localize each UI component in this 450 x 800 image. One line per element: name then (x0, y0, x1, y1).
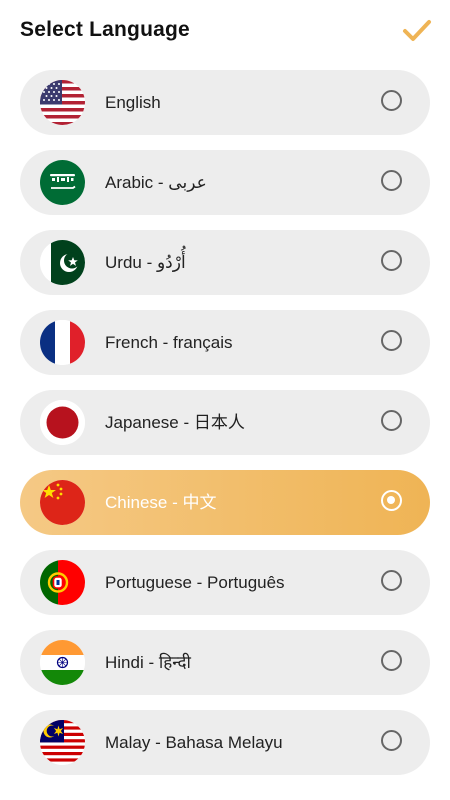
radio-button[interactable] (381, 730, 402, 751)
language-label: Urdu - أُرْدُو (105, 253, 186, 272)
language-label: English (105, 93, 161, 112)
flag-portugal-icon (40, 560, 85, 605)
language-option-french[interactable]: French - français (20, 310, 430, 375)
flag-japan-icon (40, 400, 85, 445)
flag-us-icon (40, 80, 85, 125)
language-label: Malay - Bahasa Melayu (105, 733, 283, 752)
checkmark-icon[interactable] (400, 16, 434, 46)
language-option-urdu[interactable]: Urdu - أُرْدُو (20, 230, 430, 295)
radio-button[interactable] (381, 90, 402, 111)
page-title: Select Language (20, 18, 190, 41)
radio-button[interactable] (381, 250, 402, 271)
language-label: Arabic - عربى (105, 173, 207, 192)
radio-button[interactable] (381, 570, 402, 591)
language-list: English Arabic - عربى Urdu - أُرْدُو Fre… (20, 70, 430, 790)
language-option-malay[interactable]: Malay - Bahasa Melayu (20, 710, 430, 775)
language-label: Japanese - 日本人 (105, 413, 245, 432)
radio-button[interactable] (381, 330, 402, 351)
language-option-chinese[interactable]: Chinese - 中文 (20, 470, 430, 535)
flag-malaysia-icon (40, 720, 85, 765)
language-option-hindi[interactable]: Hindi - हिन्दी (20, 630, 430, 695)
language-option-portuguese[interactable]: Portuguese - Português (20, 550, 430, 615)
radio-button[interactable] (381, 410, 402, 431)
app-header: Select Language (0, 0, 450, 64)
radio-button-selected[interactable] (381, 490, 402, 511)
radio-button[interactable] (381, 170, 402, 191)
language-option-japanese[interactable]: Japanese - 日本人 (20, 390, 430, 455)
language-label: Hindi - हिन्दी (105, 653, 191, 672)
flag-pakistan-icon (40, 240, 85, 285)
radio-button[interactable] (381, 650, 402, 671)
flag-france-icon (40, 320, 85, 365)
language-label: Chinese - 中文 (105, 493, 217, 512)
flag-saudi-arabia-icon (40, 160, 85, 205)
language-label: French - français (105, 333, 233, 352)
language-option-arabic[interactable]: Arabic - عربى (20, 150, 430, 215)
language-label: Portuguese - Português (105, 573, 285, 592)
flag-india-icon (40, 640, 85, 685)
flag-china-icon (40, 480, 85, 525)
language-option-english[interactable]: English (20, 70, 430, 135)
